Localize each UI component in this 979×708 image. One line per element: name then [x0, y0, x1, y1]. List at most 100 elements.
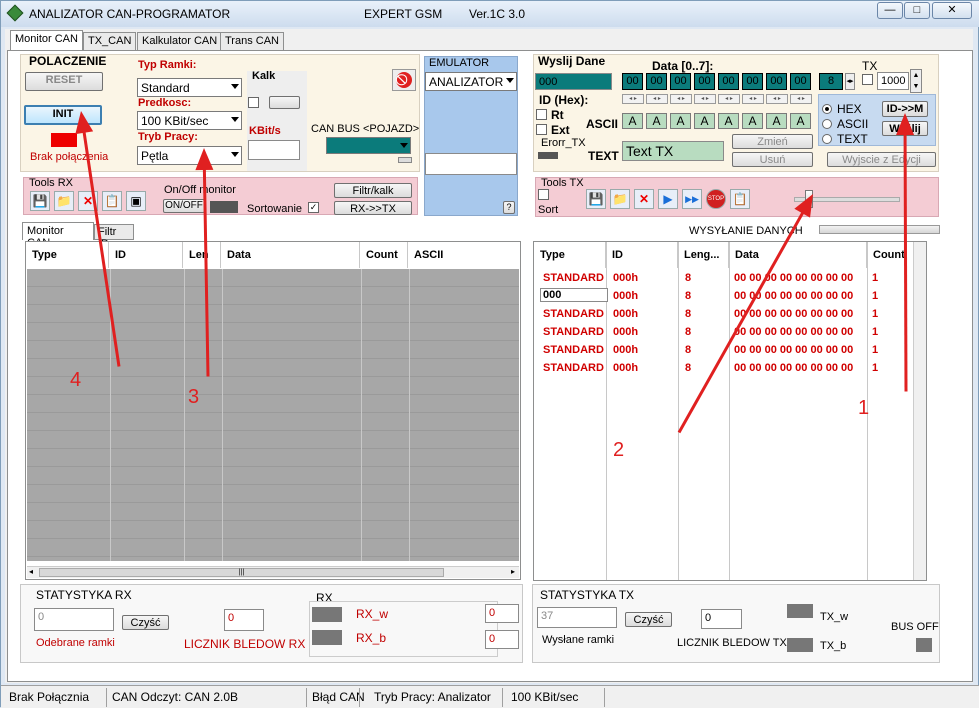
- dlc-input[interactable]: 8: [819, 73, 843, 90]
- ascii-cell-5[interactable]: A: [742, 113, 763, 129]
- ascii-cell-7[interactable]: A: [790, 113, 811, 129]
- wyslane-input[interactable]: 37: [537, 607, 617, 628]
- play-icon[interactable]: ▶: [658, 189, 678, 209]
- stop-icon[interactable]: STOP: [706, 189, 726, 209]
- data-byte-1[interactable]: 00: [646, 73, 667, 90]
- data-byte-4[interactable]: 00: [718, 73, 739, 90]
- data-byte-2[interactable]: 00: [670, 73, 691, 90]
- rx-col-count[interactable]: Count: [360, 242, 408, 268]
- delete-icon[interactable]: ✕: [634, 189, 654, 209]
- sort-checkbox[interactable]: [538, 189, 549, 200]
- typ-ramki-select[interactable]: Standard: [137, 78, 242, 97]
- scroll-right-icon[interactable]: ▸: [511, 567, 515, 576]
- kalk-button[interactable]: [269, 96, 300, 109]
- table-row[interactable]: STANDARD 000h 8 00 00 00 00 00 00 00 00 1: [534, 323, 912, 341]
- byte-spin-5[interactable]: ◂ ▸: [742, 94, 764, 104]
- tx-checkbox[interactable]: [862, 74, 873, 85]
- ext-checkbox[interactable]: [536, 124, 547, 135]
- can-bus-select[interactable]: [326, 137, 411, 154]
- ascii-cell-4[interactable]: A: [718, 113, 739, 129]
- disconnect-button[interactable]: ⃠: [392, 69, 416, 91]
- rx-b-value[interactable]: 0: [485, 630, 519, 649]
- table-row[interactable]: 000 000h 8 00 00 00 00 00 00 00 00 1: [534, 287, 912, 305]
- filtr-kalk-button[interactable]: Filtr/kalk: [334, 183, 412, 198]
- tab-kalkulator-can[interactable]: Kalkulator CAN: [137, 32, 223, 50]
- onoff-button[interactable]: ON/OFF: [163, 199, 205, 213]
- ascii-cell-3[interactable]: A: [694, 113, 715, 129]
- tab-rx-monitor[interactable]: Monitor CAN: [22, 222, 94, 249]
- rx-to-tx-button[interactable]: RX->>TX: [334, 201, 412, 215]
- rx-hscrollbar[interactable]: ◂ ||| ▸: [27, 566, 519, 578]
- table-row[interactable]: STANDARD 000h 8 00 00 00 00 00 00 00 00 1: [534, 305, 912, 323]
- byte-spin-4[interactable]: ◂ ▸: [718, 94, 740, 104]
- licznik-tx-input[interactable]: 0: [701, 609, 742, 629]
- minimize-button[interactable]: —: [877, 2, 903, 19]
- fast-forward-icon[interactable]: ▶▶: [682, 189, 702, 209]
- rx-col-ascii[interactable]: ASCII: [408, 242, 520, 268]
- byte-spin-1[interactable]: ◂ ▸: [646, 94, 668, 104]
- folder-icon[interactable]: 📁: [54, 191, 74, 211]
- ascii-radio[interactable]: [822, 119, 832, 129]
- data-byte-0[interactable]: 00: [622, 73, 643, 90]
- table-row[interactable]: STANDARD 000h 8 00 00 00 00 00 00 00 00 1: [534, 269, 912, 287]
- emulator-help-button[interactable]: ?: [503, 201, 515, 214]
- ascii-cell-6[interactable]: A: [766, 113, 787, 129]
- data-byte-7[interactable]: 00: [790, 73, 811, 90]
- clipboard-icon[interactable]: 📋: [102, 191, 122, 211]
- rx-col-data[interactable]: Data: [221, 242, 360, 268]
- save-icon[interactable]: 💾: [586, 189, 606, 209]
- usun-button[interactable]: Usuń: [732, 152, 813, 167]
- table-row[interactable]: STANDARD 000h 8 00 00 00 00 00 00 00 00 1: [534, 359, 912, 377]
- sortowanie-checkbox[interactable]: ✓: [308, 202, 319, 213]
- ascii-cell-0[interactable]: A: [622, 113, 643, 129]
- text-tx-input[interactable]: Text TX: [622, 141, 724, 161]
- byte-spin-7[interactable]: ◂ ▸: [790, 94, 812, 104]
- zmien-button[interactable]: Zmień: [732, 134, 813, 149]
- emulator-select[interactable]: ANALIZATOR: [425, 72, 517, 91]
- tab-tx-can[interactable]: TX_CAN: [83, 32, 137, 50]
- tx-col-data[interactable]: Data: [729, 242, 867, 268]
- text-radio[interactable]: [822, 134, 832, 144]
- ascii-cell-1[interactable]: A: [646, 113, 667, 129]
- clipboard-icon[interactable]: 📋: [730, 189, 750, 209]
- tx-col-len[interactable]: Leng...: [678, 242, 729, 268]
- scroll-left-icon[interactable]: ◂: [29, 567, 33, 576]
- window-icon[interactable]: ▣: [126, 191, 146, 211]
- czysc-tx-button[interactable]: Czyść: [625, 612, 672, 627]
- licznik-rx-input[interactable]: 0: [224, 609, 264, 631]
- tx-interval-input[interactable]: 1000: [877, 72, 909, 90]
- close-button[interactable]: ✕: [932, 2, 972, 19]
- tx-interval-spinner[interactable]: ▲ ▼: [910, 69, 922, 93]
- tab-monitor-can[interactable]: Monitor CAN: [10, 30, 83, 51]
- maximize-button[interactable]: □: [904, 2, 930, 19]
- odebrane-input[interactable]: 0: [34, 608, 114, 631]
- tx-col-id[interactable]: ID: [606, 242, 678, 268]
- reset-button[interactable]: RESET: [25, 72, 103, 91]
- wyjscie-button[interactable]: Wyjscie z Edycji: [827, 152, 936, 167]
- tryb-pracy-select[interactable]: Pętla: [137, 146, 242, 165]
- byte-spin-0[interactable]: ◂ ▸: [622, 94, 644, 104]
- dlc-spinner[interactable]: ◂▸: [845, 73, 855, 90]
- id-input[interactable]: 000: [535, 73, 612, 90]
- predkosc-select[interactable]: 100 KBit/sec: [137, 111, 242, 130]
- rx-w-value[interactable]: 0: [485, 604, 519, 623]
- kalk-checkbox[interactable]: [248, 97, 259, 108]
- rx-hscroll-thumb[interactable]: |||: [39, 568, 444, 577]
- kbits-input[interactable]: [248, 140, 300, 160]
- ascii-cell-2[interactable]: A: [670, 113, 691, 129]
- tab-trans-can[interactable]: Trans CAN: [220, 32, 284, 50]
- can-bus-small-button[interactable]: [398, 157, 412, 163]
- data-byte-6[interactable]: 00: [766, 73, 787, 90]
- czysc-rx-button[interactable]: Czyść: [122, 615, 169, 630]
- hex-radio[interactable]: [822, 104, 832, 114]
- tx-col-type[interactable]: Type: [534, 242, 606, 268]
- rx-col-type[interactable]: Type: [26, 242, 109, 268]
- save-icon[interactable]: 💾: [30, 191, 50, 211]
- byte-spin-3[interactable]: ◂ ▸: [694, 94, 716, 104]
- rx-col-id[interactable]: ID: [109, 242, 183, 268]
- data-byte-3[interactable]: 00: [694, 73, 715, 90]
- byte-spin-2[interactable]: ◂ ▸: [670, 94, 692, 104]
- tx-vscrollbar[interactable]: [913, 242, 926, 580]
- emulator-input[interactable]: [425, 153, 517, 175]
- cell-type[interactable]: 000: [540, 288, 608, 302]
